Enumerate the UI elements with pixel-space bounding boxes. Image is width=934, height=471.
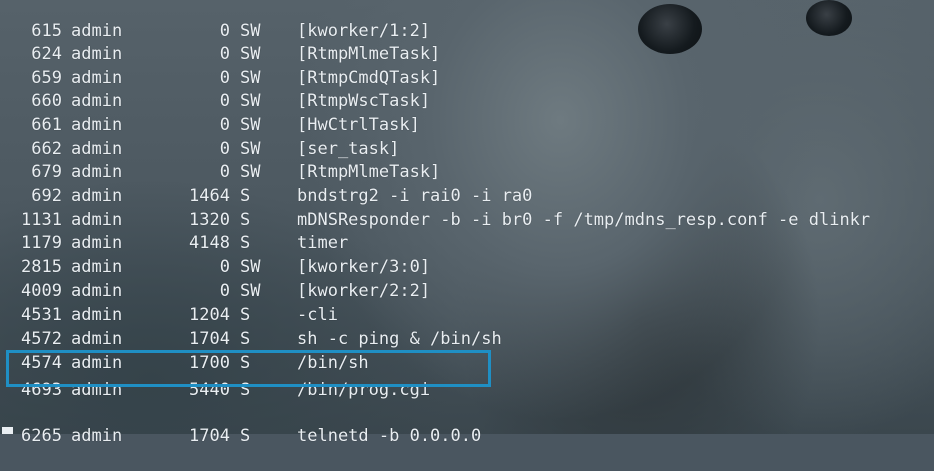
process-row: 6265 admin 1704 Stelnetd -b 0.0.0.0 [0, 402, 481, 446]
process-row: 662 admin 0 SW [ser_task] [0, 115, 399, 159]
user: admin [71, 139, 123, 159]
command: [RtmpMlmeTask] [297, 162, 441, 182]
stat: R [240, 404, 251, 424]
user: admin [71, 257, 123, 277]
command: [RtmpMlmeTask] [297, 44, 441, 64]
process-row: 4572 admin 1704 Ssh -c ping & /bin/sh [0, 305, 502, 349]
command: [kworker/3:0] [297, 257, 431, 277]
process-row: 660 admin 0 SW [RtmpWscTask] [0, 67, 430, 111]
vsz: 1704 [189, 329, 230, 349]
command: -cli [297, 305, 338, 325]
command: [kworker/1:2] [297, 21, 431, 41]
process-row: 4574 admin 1700 S/bin/sh [0, 329, 369, 373]
highlight-box [6, 350, 491, 387]
user: admin [71, 186, 123, 206]
vsz: 0 [219, 21, 230, 41]
vsz: 0 [219, 257, 230, 277]
process-row: 2815 admin 0 SW [kworker/3:0] [0, 233, 430, 277]
stat: SW [240, 44, 261, 64]
user: admin [71, 426, 123, 446]
stat: S [240, 426, 251, 446]
command: bndstrg2 -i rai0 -i ra0 [297, 186, 533, 206]
command: [kworker/2:2] [297, 281, 431, 301]
stat: SW [240, 281, 261, 301]
process-row: 4531 admin 1204 S -cli [0, 281, 338, 325]
process-row: 1179 admin 4148 Stimer [0, 209, 348, 253]
user: admin [71, 21, 123, 41]
stat: SW [240, 115, 261, 135]
process-row: 659 admin 0 SW [RtmpCmdQTask] [0, 44, 440, 88]
vsz: 1704 [189, 426, 230, 446]
stat: SW [240, 257, 261, 277]
command: timer [297, 233, 349, 253]
stat: SW [240, 68, 261, 88]
terminal-output[interactable]: 615 admin 0 SW [kworker/1:2] 624 admin 0 SW [Rtm… [0, 0, 934, 446]
vsz: 0 [219, 139, 230, 159]
user: admin [71, 44, 123, 64]
process-row: 692 admin 1464 Sbndstrg2 -i rai0 -i ra0 [0, 162, 532, 206]
stat: S [240, 210, 251, 230]
vsz: 1464 [189, 186, 230, 206]
user: admin [71, 68, 123, 88]
process-row: 1131 admin 1320 SmDNSResponder -b -i br0 -f… [0, 186, 870, 230]
vsz: 0 [219, 115, 230, 135]
process-row: 4009 admin 0 SW [kworker/2:2] [0, 257, 430, 301]
terminal-cursor [2, 427, 13, 434]
user: admin [71, 329, 123, 349]
vsz: 0 [219, 162, 230, 182]
stat: SW [240, 139, 261, 159]
user: admin [71, 91, 123, 111]
stat: SW [240, 162, 261, 182]
stat: S [240, 329, 251, 349]
command: sh -c ping & /bin/sh [297, 329, 502, 349]
command: ps [297, 404, 318, 424]
command: [HwCtrlTask] [297, 115, 420, 135]
process-row: 615 admin 0 SW [kworker/1:2] [0, 0, 430, 41]
process-row: 679 admin 0 SW [RtmpMlmeTask] [0, 138, 440, 182]
user: admin [71, 233, 123, 253]
vsz: 0 [219, 68, 230, 88]
process-row: 661 admin 0 SW [HwCtrlTask] [0, 91, 420, 135]
user: admin [71, 404, 123, 424]
stat: S [240, 233, 251, 253]
stat: S [240, 186, 251, 206]
vsz: 1204 [189, 305, 230, 325]
vsz: 1704 [189, 404, 230, 424]
user: admin [71, 162, 123, 182]
user: admin [71, 115, 123, 135]
vsz: 1320 [189, 210, 230, 230]
command: mDNSResponder -b -i br0 -f /tmp/mdns_res… [297, 210, 871, 230]
command: [RtmpWscTask] [297, 91, 431, 111]
command: telnetd -b 0.0.0.0 [297, 426, 482, 446]
vsz: 0 [219, 91, 230, 111]
command: [ser_task] [297, 139, 400, 159]
vsz: 4148 [189, 233, 230, 253]
user: admin [71, 305, 123, 325]
user: admin [71, 281, 123, 301]
user: admin [71, 210, 123, 230]
process-row: 624 admin 0 SW [RtmpMlmeTask] [0, 20, 440, 64]
vsz: 0 [219, 281, 230, 301]
command: [RtmpCmdQTask] [297, 68, 441, 88]
stat: SW [240, 21, 261, 41]
vsz: 0 [219, 44, 230, 64]
stat: S [240, 305, 251, 325]
stat: SW [240, 91, 261, 111]
